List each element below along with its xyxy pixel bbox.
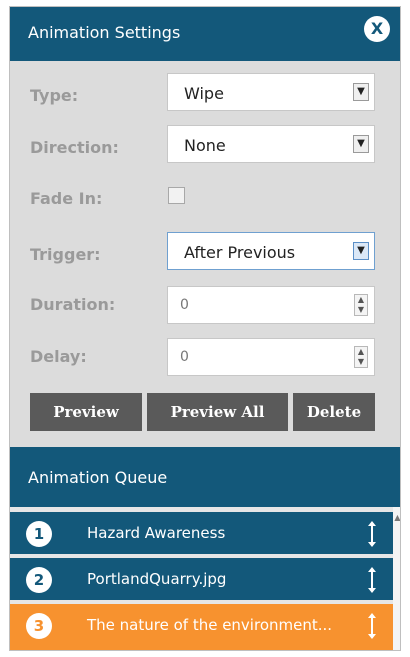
animation-settings-panel: Animation Settings X Type: Wipe ▼ Direct… bbox=[9, 6, 401, 651]
delete-button[interactable]: Delete bbox=[293, 393, 375, 431]
type-label: Type: bbox=[30, 86, 79, 105]
drag-handle-icon[interactable] bbox=[367, 566, 377, 594]
delay-label: Delay: bbox=[30, 347, 87, 366]
spinner-icon[interactable]: ▲ ▼ bbox=[354, 346, 368, 368]
direction-label: Direction: bbox=[30, 138, 119, 157]
fade-in-checkbox[interactable] bbox=[168, 187, 185, 204]
animation-queue-list: 1 Hazard Awareness 2 PortlandQuarry.jpg … bbox=[10, 507, 400, 650]
animation-queue-title: Animation Queue bbox=[28, 468, 168, 487]
spinner-icon[interactable]: ▲ ▼ bbox=[354, 294, 368, 316]
queue-scrollbar[interactable]: ▲ bbox=[393, 507, 400, 650]
queue-item-number: 2 bbox=[26, 567, 52, 593]
queue-item-number: 3 bbox=[26, 613, 52, 639]
chevron-down-icon[interactable]: ▼ bbox=[353, 135, 369, 153]
panel-title: Animation Settings bbox=[28, 23, 181, 42]
chevron-down-icon[interactable]: ▼ bbox=[353, 242, 369, 260]
queue-item-number: 1 bbox=[26, 521, 52, 547]
queue-item-2[interactable]: 2 PortlandQuarry.jpg bbox=[10, 558, 393, 600]
drag-handle-icon[interactable] bbox=[367, 612, 377, 640]
duration-value: 0 bbox=[180, 297, 189, 313]
queue-item-label: PortlandQuarry.jpg bbox=[87, 570, 227, 588]
queue-item-label: Hazard Awareness bbox=[87, 524, 226, 542]
scroll-up-icon[interactable]: ▲ bbox=[393, 513, 400, 522]
type-select[interactable]: Wipe ▼ bbox=[167, 73, 375, 111]
queue-item-label: The nature of the environment... bbox=[87, 616, 333, 634]
fade-in-label: Fade In: bbox=[30, 189, 103, 208]
direction-select-value: None bbox=[184, 136, 226, 155]
delay-value: 0 bbox=[180, 349, 189, 365]
preview-all-button[interactable]: Preview All bbox=[147, 393, 288, 431]
direction-select[interactable]: None ▼ bbox=[167, 125, 375, 163]
duration-label: Duration: bbox=[30, 295, 116, 314]
delay-input[interactable]: 0 ▲ ▼ bbox=[167, 338, 375, 376]
close-icon[interactable]: X bbox=[364, 16, 390, 42]
trigger-label: Trigger: bbox=[30, 245, 101, 264]
queue-item-1[interactable]: 1 Hazard Awareness bbox=[10, 512, 393, 554]
trigger-select-value: After Previous bbox=[184, 243, 296, 262]
chevron-down-icon[interactable]: ▼ bbox=[353, 83, 369, 101]
queue-item-3[interactable]: 3 The nature of the environment... bbox=[10, 604, 393, 650]
panel-header: Animation Settings X bbox=[10, 7, 400, 61]
trigger-select[interactable]: After Previous ▼ bbox=[167, 232, 375, 270]
type-select-value: Wipe bbox=[184, 84, 224, 103]
animation-queue-header: Animation Queue bbox=[10, 447, 400, 507]
duration-input[interactable]: 0 ▲ ▼ bbox=[167, 286, 375, 324]
preview-button[interactable]: Preview bbox=[30, 393, 142, 431]
drag-handle-icon[interactable] bbox=[367, 520, 377, 548]
